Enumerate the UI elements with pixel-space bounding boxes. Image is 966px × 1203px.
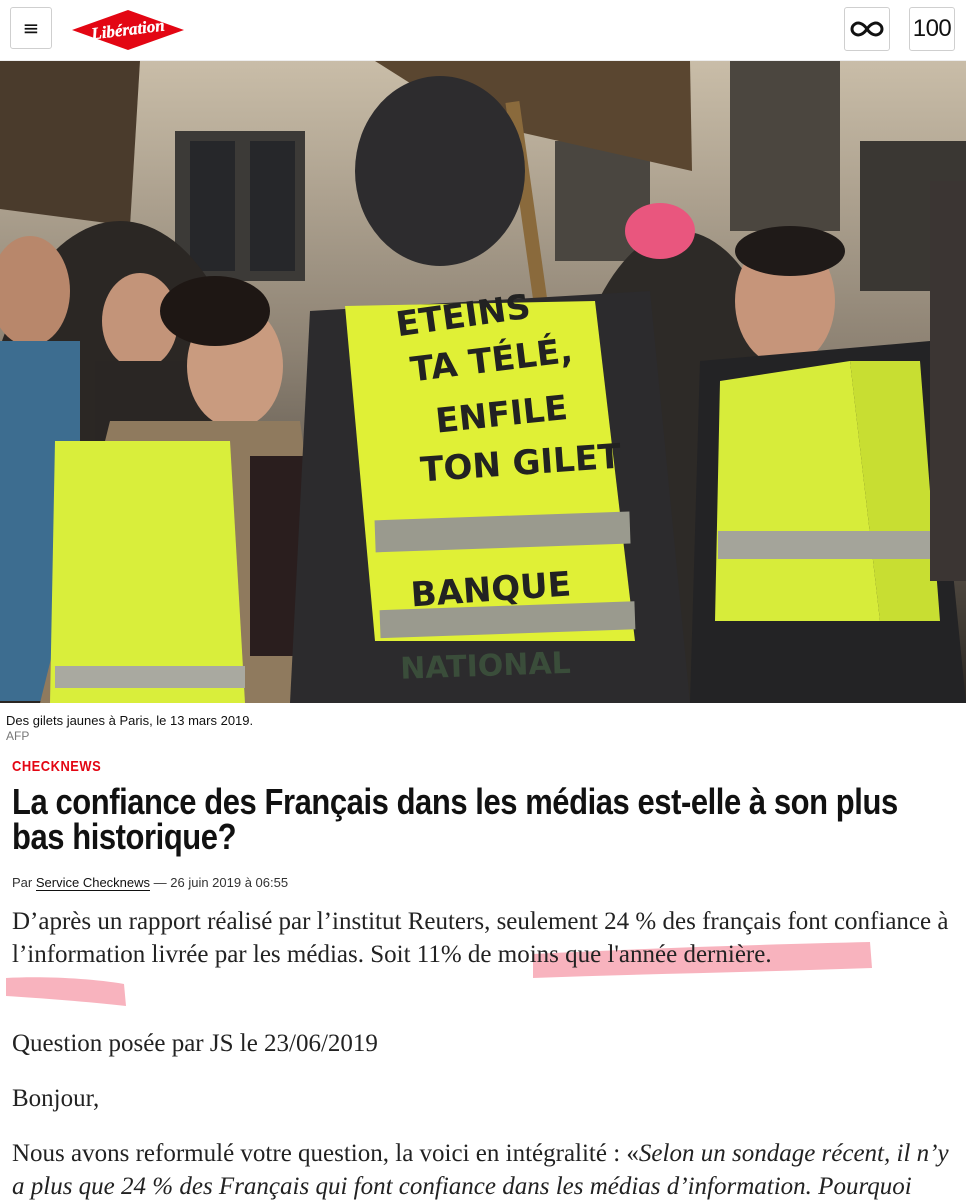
menu-button[interactable]: ≡ <box>10 7 52 49</box>
vest-text-6: NATIONAL <box>400 646 572 687</box>
paragraph-1: D’après un rapport réalisé par l’institu… <box>12 905 952 971</box>
photo-credit: AFP <box>6 729 30 743</box>
site-header: ≡ Libération 100 <box>0 0 966 61</box>
hero-photo: ETEINS TA TÉLÉ, ENFILE TON GILET BANQUE … <box>0 61 966 703</box>
paragraph-3: Bonjour, <box>12 1085 100 1112</box>
paragraph-4: Nous avons reformulé votre question, la … <box>12 1137 952 1203</box>
section-rubric[interactable]: CHECKNEWS <box>12 758 101 775</box>
highlighted-sentence: Soit 11% de moins que l'année dernière. <box>370 941 772 968</box>
infinite-button[interactable] <box>844 7 890 51</box>
paragraph-4-text: Nous avons reformulé votre question, la … <box>12 1140 639 1167</box>
byline-prefix: Par <box>12 875 33 890</box>
publish-date: — 26 juin 2019 à 06:55 <box>153 875 289 890</box>
hamburger-icon: ≡ <box>22 16 40 40</box>
counter-button[interactable]: 100 <box>909 7 955 51</box>
paragraph-2: Question posée par JS le 23/06/2019 <box>12 1030 378 1057</box>
liberation-logo[interactable]: Libération <box>72 8 184 52</box>
article-title: La confiance des Français dans les média… <box>12 781 898 857</box>
infinity-icon <box>850 21 884 37</box>
photo-caption: Des gilets jaunes à Paris, le 13 mars 20… <box>6 713 254 728</box>
protest-photo: ETEINS TA TÉLÉ, ENFILE TON GILET BANQUE … <box>0 61 966 703</box>
author-link[interactable]: Service Checknews <box>35 875 151 891</box>
byline: Par Service Checknews — 26 juin 2019 à 0… <box>12 875 289 891</box>
